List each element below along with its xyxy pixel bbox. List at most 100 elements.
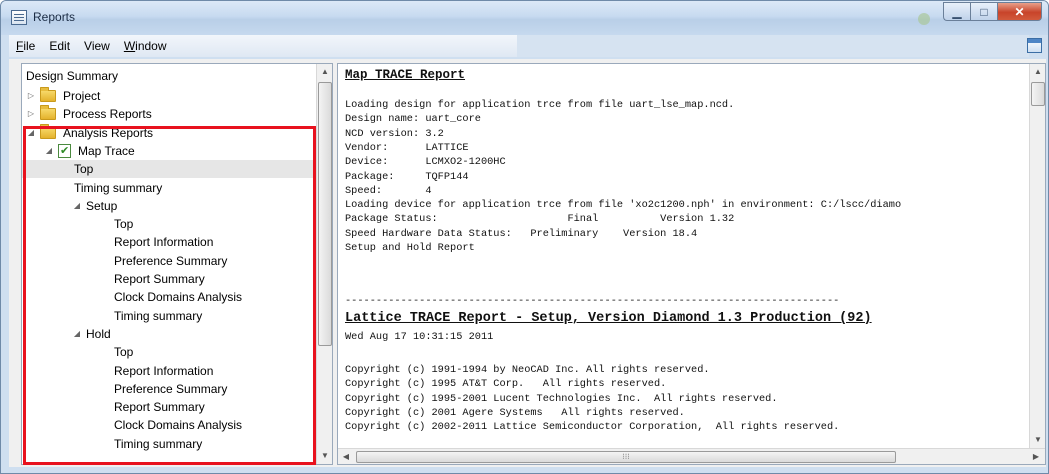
maximize-icon: □	[980, 4, 988, 19]
window-controls: ▁ □ ✕	[943, 2, 1042, 22]
scrollbar-thumb[interactable]	[318, 82, 332, 346]
tree-item-label: Setup	[86, 198, 118, 213]
tree-item[interactable]: ▷ Project	[22, 87, 316, 105]
tree-vertical-scrollbar[interactable]: ▲ ▼	[316, 64, 332, 464]
tree-item-label: Process Reports	[63, 107, 152, 122]
tree-item-label: Report Information	[114, 363, 214, 378]
minimize-button[interactable]: ▁	[943, 2, 970, 21]
menu-edit[interactable]: Edit	[42, 39, 77, 53]
collapse-arrow-icon[interactable]: ▷	[26, 87, 36, 105]
tree-item-label: Hold	[86, 326, 111, 341]
tree-item-label: Project	[63, 89, 101, 103]
tree-item-label: Timing summary	[74, 180, 163, 195]
tree-item[interactable]: ◢ Hold	[22, 325, 316, 343]
tree-item-label: Map Trace	[78, 143, 135, 158]
map-trace-icon	[58, 142, 71, 160]
tree-item[interactable]: ◢ Analysis Reports	[22, 123, 316, 142]
tree-item-label: Clock Domains Analysis	[114, 418, 243, 433]
tree-item[interactable]: Preference Summary	[22, 252, 316, 270]
report-line: Vendor: LATTICE	[345, 141, 469, 154]
report-vertical-scrollbar[interactable]: ▲ ▼	[1029, 64, 1045, 448]
expand-arrow-icon[interactable]: ◢	[72, 197, 82, 215]
report-line: Setup and Hold Report	[345, 242, 475, 254]
report-text: Map TRACE Report Loading design for appl…	[345, 68, 1027, 448]
menu-window-label: indow	[135, 39, 167, 53]
copyright-line: Copyright (c) 1995-2001 Lucent Technolog…	[345, 392, 778, 405]
tree-item-label: Report Summary	[114, 400, 205, 415]
copyright-line: Copyright (c) 2001 Agere Systems All rig…	[345, 406, 685, 419]
menu-edit-label: Edit	[49, 39, 71, 53]
copyright-line: Copyright (c) 1995 AT&T Corp. All rights…	[345, 378, 667, 391]
menu-window[interactable]: Window	[117, 39, 174, 53]
tree-item[interactable]: ▷ Process Reports	[22, 105, 316, 123]
folder-icon	[40, 123, 56, 139]
report-line: Package: TQFP144	[345, 170, 469, 183]
tree-item-label: Clock Domains Analysis	[114, 290, 243, 305]
scroll-down-icon[interactable]: ▼	[1030, 432, 1046, 448]
expand-arrow-icon[interactable]: ◢	[26, 124, 36, 142]
collapse-arrow-icon[interactable]: ▷	[26, 105, 36, 123]
folder-icon	[40, 87, 56, 102]
report-horizontal-scrollbar[interactable]: ◀ ⁝⁝⁝ ▶	[338, 448, 1045, 464]
copyright-line: Copyright (c) 2002-2011 Lattice Semicond…	[345, 421, 840, 434]
scrollbar-thumb[interactable]: ⁝⁝⁝	[356, 451, 896, 463]
tree-item[interactable]: Timing summary	[22, 307, 316, 325]
tree-item-label: Preference Summary	[114, 253, 228, 268]
tree-item-label: Report Information	[114, 235, 214, 250]
tree-item[interactable]: Preference Summary	[22, 380, 316, 398]
maximize-button[interactable]: □	[970, 2, 997, 21]
tree-item[interactable]: Clock Domains Analysis	[22, 416, 316, 434]
tree-item-label: Preference Summary	[114, 381, 228, 396]
scroll-left-icon[interactable]: ◀	[338, 449, 354, 465]
tree-item[interactable]: Report Information	[22, 233, 316, 251]
tree-item-label: Report Summary	[114, 272, 205, 286]
scroll-up-icon[interactable]: ▲	[317, 64, 333, 80]
tree-item-label: Timing summary	[114, 308, 203, 323]
menu-file-label: ile	[23, 39, 36, 53]
menu-bar-filler	[517, 35, 1029, 57]
close-button[interactable]: ✕	[997, 2, 1042, 21]
tree-item[interactable]: Report Summary	[22, 398, 316, 416]
scroll-down-icon[interactable]: ▼	[317, 448, 333, 464]
minimize-icon: ▁	[952, 4, 962, 19]
report-heading: Lattice TRACE Report - Setup, Version Di…	[345, 311, 872, 326]
tree-item[interactable]: Timing summary	[22, 435, 316, 453]
menu-bar: File Edit View Window	[9, 35, 517, 57]
tree-item[interactable]: Top	[22, 215, 316, 233]
tree-item[interactable]: ◢ Setup	[22, 197, 316, 215]
tree-item[interactable]: Clock Domains Analysis	[22, 288, 316, 306]
tree-item[interactable]: ◢ Map Trace	[22, 142, 316, 160]
scrollbar-thumb[interactable]	[1031, 82, 1045, 106]
report-line: Loading design for application trce from…	[345, 99, 735, 111]
expand-arrow-icon[interactable]: ◢	[44, 142, 54, 160]
menu-file[interactable]: File	[9, 39, 42, 53]
report-panel: Map TRACE Report Loading design for appl…	[337, 63, 1046, 465]
copyright-line: Copyright (c) 1991-1994 by NeoCAD Inc. A…	[345, 364, 710, 376]
close-icon: ✕	[1014, 4, 1025, 19]
tree-item-label: Top	[114, 345, 134, 360]
tree-item[interactable]: Report Summary	[22, 270, 316, 288]
tree-item[interactable]: Top	[22, 160, 316, 179]
tree-header: Design Summary	[22, 64, 316, 86]
report-tree: ▷ Project ▷ Process Reports ◢ Analysis Report…	[22, 87, 316, 465]
report-line: Design name: uart_core	[345, 113, 481, 126]
menu-view-label: View	[84, 39, 110, 53]
report-line: Speed Hardware Data Status: Preliminary …	[345, 227, 698, 240]
tree-item[interactable]: Top	[22, 343, 316, 361]
expand-arrow-icon[interactable]: ◢	[72, 325, 82, 343]
title-bar-glow	[918, 13, 930, 25]
dock-panel-icon[interactable]	[1027, 38, 1042, 53]
tree-item[interactable]: Report Information	[22, 362, 316, 380]
report-line: Device: LCMXO2-1200HC	[345, 156, 506, 169]
folder-icon	[40, 105, 56, 121]
report-date: Wed Aug 17 10:31:15 2011	[345, 331, 494, 343]
scroll-right-icon[interactable]: ▶	[1028, 449, 1044, 465]
tree-item-label: Analysis Reports	[63, 125, 154, 140]
title-bar[interactable]: Reports ▁ □ ✕	[1, 1, 1048, 35]
design-summary-panel: Design Summary ▷ Project ▷ Process Reports ◢…	[21, 63, 333, 465]
report-line: Loading device for application trce from…	[345, 199, 902, 212]
tree-item[interactable]: Timing summary	[22, 179, 316, 197]
scroll-up-icon[interactable]: ▲	[1030, 64, 1046, 80]
menu-view[interactable]: View	[77, 39, 117, 53]
report-line: Speed: 4	[345, 184, 432, 197]
